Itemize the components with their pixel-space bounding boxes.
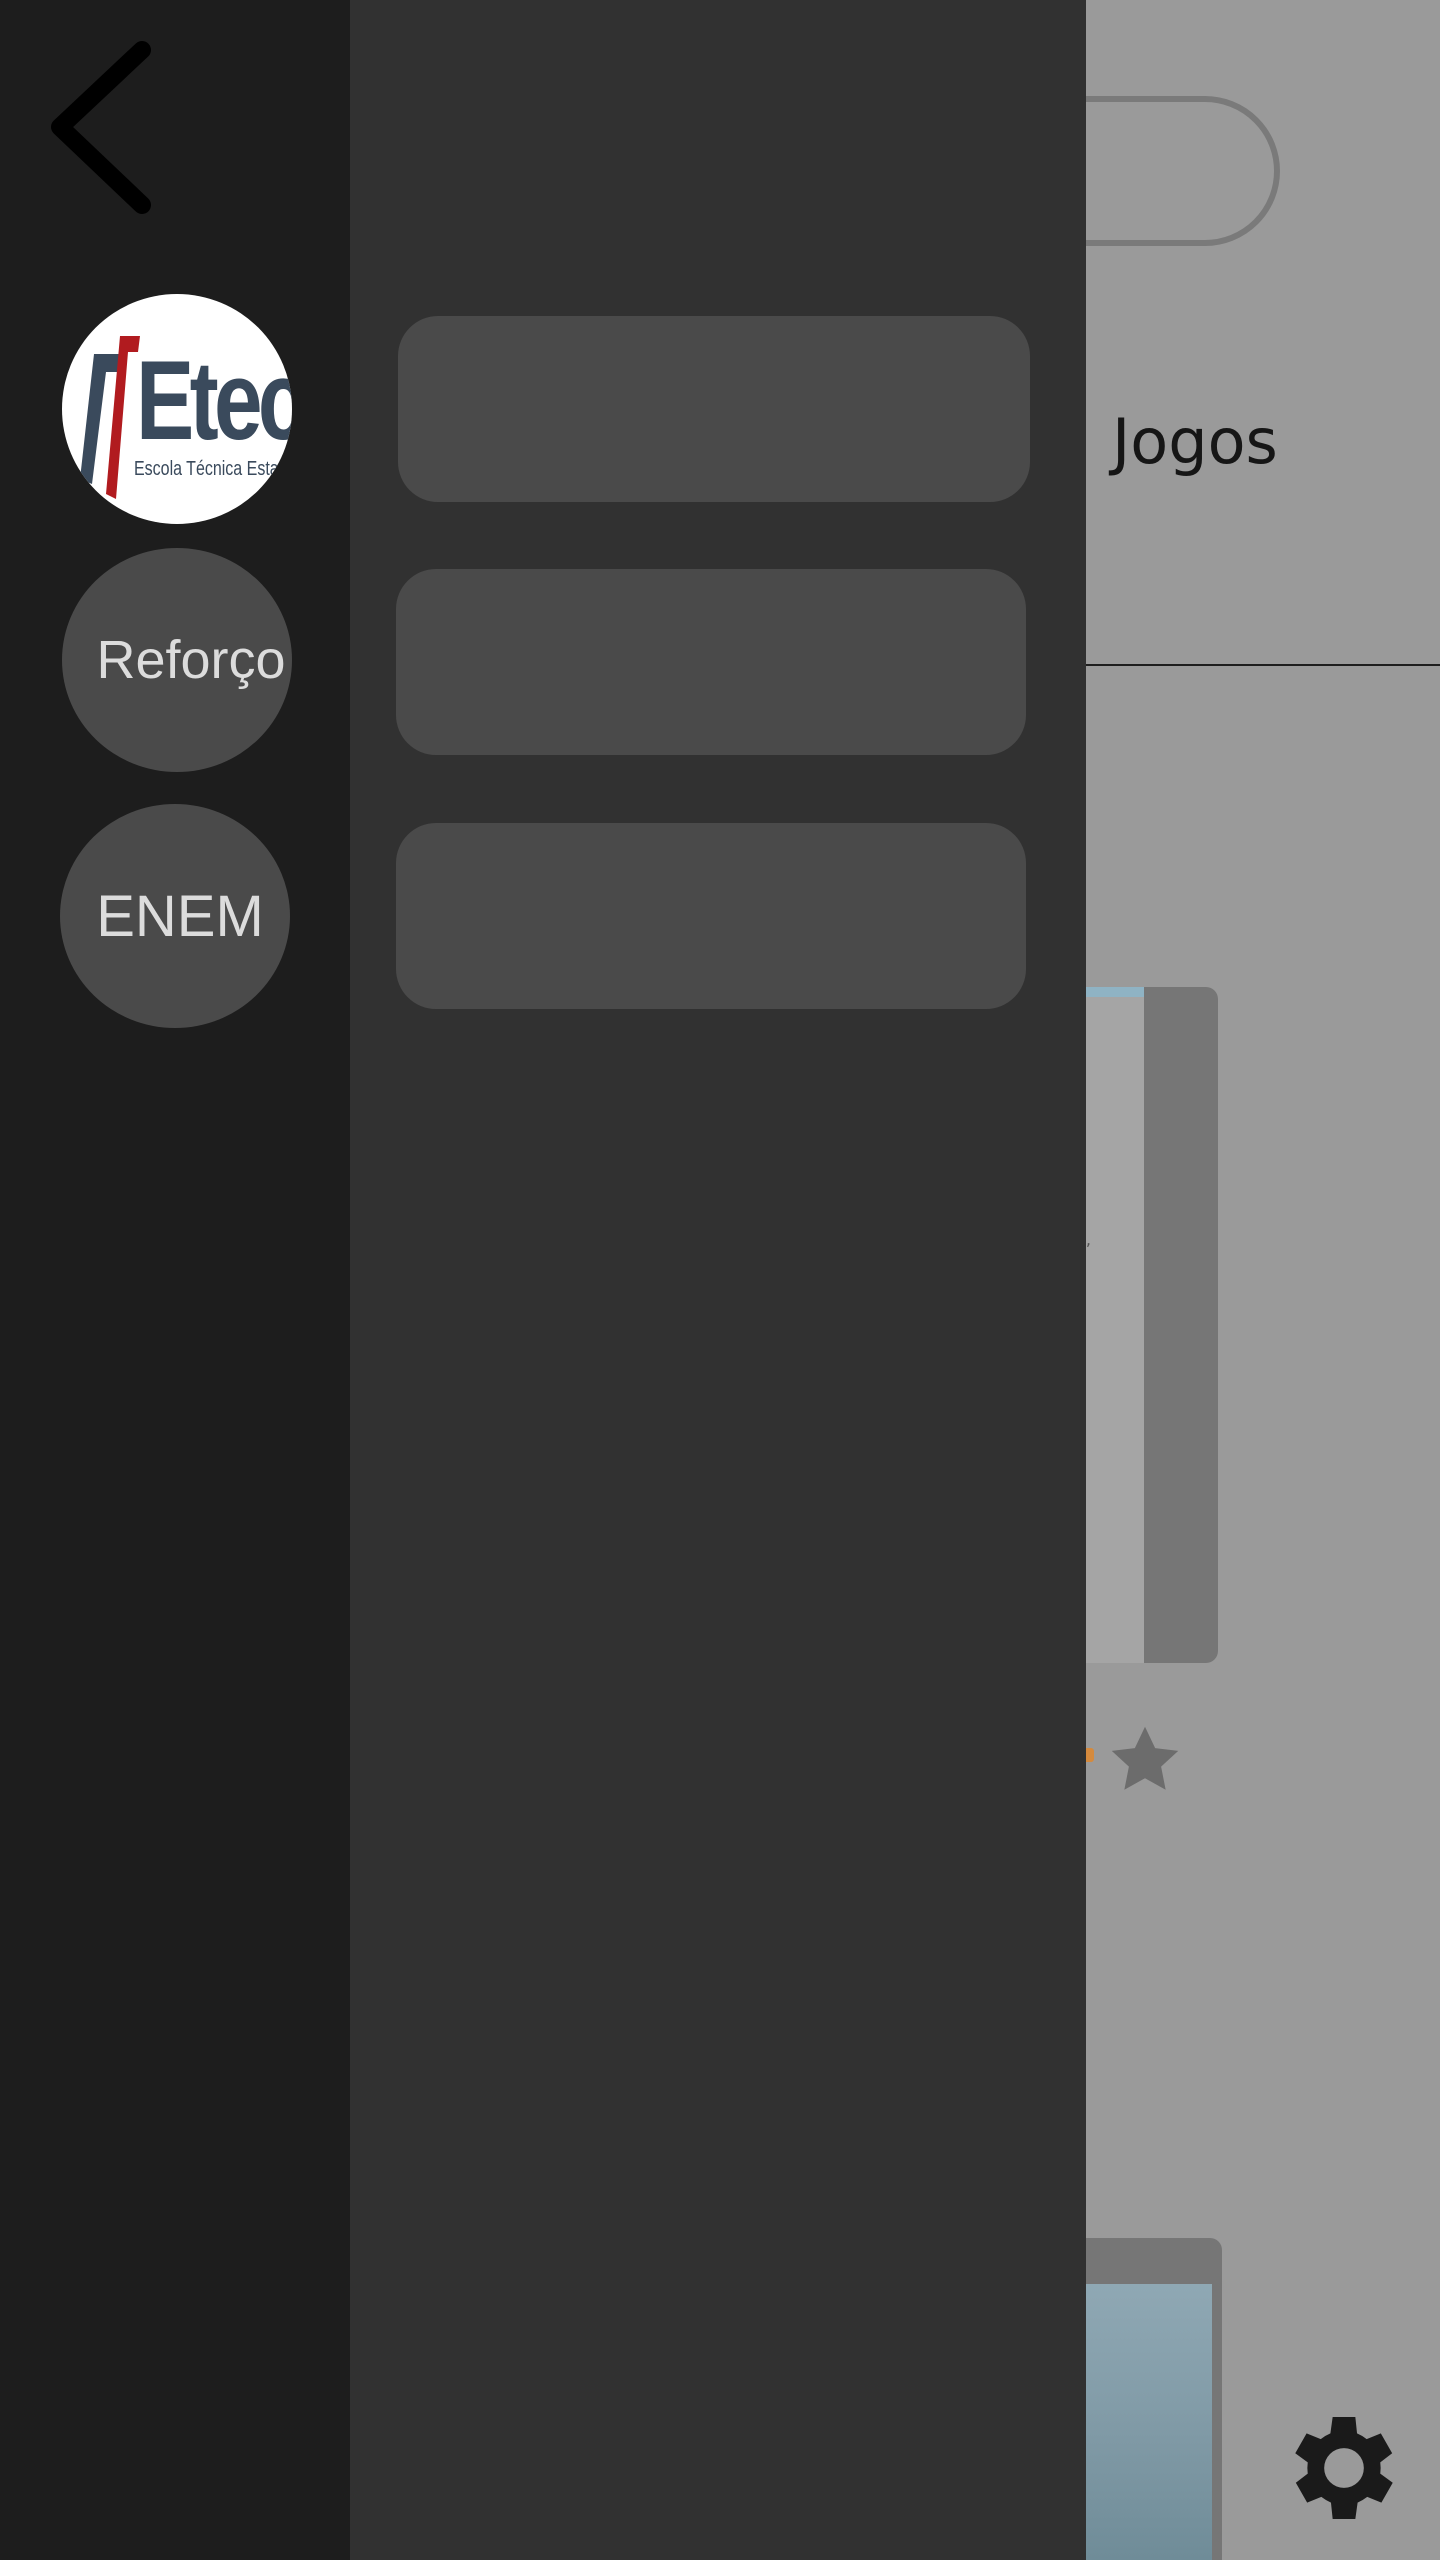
tab-divider [1086, 664, 1440, 666]
etec-logo-subtitle: Escola Técnica Estad [134, 458, 288, 480]
card-side-strip [1144, 987, 1218, 1663]
community-label: ENEM [96, 883, 264, 949]
channel-item[interactable] [396, 823, 1026, 1009]
etec-logo: Etec Escola Técnica Estad [62, 294, 292, 524]
community-reforco[interactable]: Reforço [62, 548, 292, 772]
star-icon[interactable] [1103, 1718, 1187, 1802]
etec-logo-text: Etec [136, 338, 292, 463]
community-etec[interactable]: Etec Escola Técnica Estad [62, 294, 292, 524]
channel-item[interactable] [396, 569, 1026, 755]
community-enem[interactable]: ENEM [60, 804, 290, 1028]
chevron-left-icon[interactable] [30, 30, 170, 220]
tab-jogos[interactable]: Jogos [1112, 405, 1278, 478]
channel-item[interactable] [398, 316, 1030, 502]
community-label: Reforço [96, 630, 286, 690]
gear-icon[interactable] [1276, 2400, 1412, 2536]
